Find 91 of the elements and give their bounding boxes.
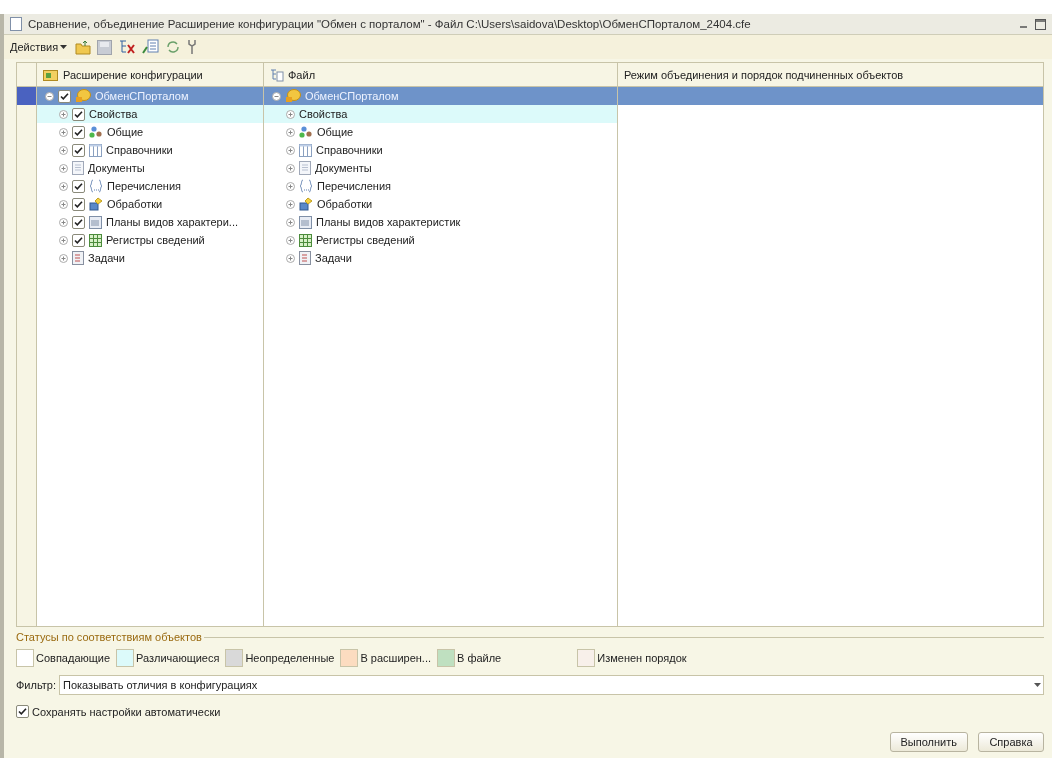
- expand-icon[interactable]: [59, 145, 68, 155]
- checkbox[interactable]: [58, 89, 71, 103]
- table-icon: [299, 233, 312, 247]
- save-icon[interactable]: [97, 39, 113, 55]
- grid-icon: [299, 215, 312, 229]
- tree-item[interactable]: Общие: [264, 123, 618, 141]
- expand-icon[interactable]: [286, 163, 295, 173]
- tree-item[interactable]: Справочники: [264, 141, 618, 159]
- document-icon: [10, 17, 22, 31]
- tree-item[interactable]: Регистры сведений: [264, 231, 618, 249]
- expand-icon[interactable]: [286, 217, 295, 227]
- checkbox[interactable]: [16, 705, 29, 718]
- expand-icon[interactable]: [59, 127, 68, 137]
- circles-icon: [89, 126, 103, 138]
- legend-label: В файле: [457, 652, 502, 664]
- expand-icon[interactable]: [59, 253, 68, 263]
- expand-icon[interactable]: [286, 145, 295, 155]
- group-title: Статусы по соответствиям объектов: [16, 631, 202, 643]
- tree-item[interactable]: Планы видов характеристик: [264, 213, 618, 231]
- column-header[interactable]: Расширение конфигурации: [37, 63, 264, 87]
- refresh-icon[interactable]: [166, 40, 181, 54]
- file-tree-icon: [270, 67, 284, 82]
- folder-icon[interactable]: [75, 39, 92, 55]
- expand-icon[interactable]: [286, 235, 295, 245]
- tree-item[interactable]: Задачи: [37, 249, 264, 267]
- checkbox[interactable]: [72, 197, 85, 211]
- expand-icon[interactable]: [286, 199, 295, 209]
- braces-icon: [89, 179, 103, 193]
- maximize-icon[interactable]: [1035, 18, 1046, 30]
- caret-icon: [60, 45, 68, 49]
- columns-icon: [89, 143, 102, 157]
- document-icon: [72, 161, 84, 175]
- tree-item[interactable]: Обработки: [264, 195, 618, 213]
- expand-icon[interactable]: [286, 109, 295, 119]
- tree-item[interactable]: Свойства: [37, 105, 264, 123]
- tree-item[interactable]: Регистры сведений: [37, 231, 264, 249]
- dialog-button[interactable]: Выполнить: [889, 732, 968, 752]
- legend-label: Совпадающие: [36, 652, 111, 664]
- expand-icon[interactable]: [286, 127, 295, 137]
- tree-item[interactable]: Справочники: [37, 141, 264, 159]
- expand-icon[interactable]: [286, 253, 295, 263]
- checkbox-label: Сохранять настройки автоматически: [32, 705, 221, 718]
- checkbox[interactable]: [72, 125, 85, 139]
- tree-item[interactable]: Свойства: [264, 105, 618, 123]
- checkbox[interactable]: [72, 179, 85, 193]
- window-title: Сравнение, объединение Расширение конфигурации "Обмен с порталом" - Файл C:\Users\saidova\Desktop\ОбменСПорталом_2404.cfe: [28, 18, 752, 30]
- expand-icon[interactable]: [59, 109, 68, 119]
- column-header[interactable]: Режим объединения и порядок подчиненных объектов: [618, 63, 1043, 87]
- tree-item[interactable]: Перечисления: [264, 177, 618, 195]
- extension-icon: [43, 67, 59, 82]
- checkbox[interactable]: [72, 233, 85, 247]
- collapse-icon[interactable]: [272, 91, 281, 101]
- collapse-icon[interactable]: [45, 91, 54, 101]
- checkbox[interactable]: [72, 107, 85, 121]
- expand-icon[interactable]: [59, 235, 68, 245]
- tree-compare-icon[interactable]: [118, 39, 137, 55]
- filter-dropdown[interactable]: Показывать отличия в конфигурациях: [59, 675, 1044, 695]
- list-page-icon: [72, 251, 84, 265]
- checkbox[interactable]: [72, 143, 85, 157]
- tree-item[interactable]: Планы видов характери...: [37, 213, 264, 231]
- tree-item[interactable]: Документы: [37, 159, 264, 177]
- tree-item[interactable]: Документы: [264, 159, 618, 177]
- document-icon: [299, 161, 311, 175]
- grid-icon: [89, 215, 102, 229]
- legend-label: Различающиеся: [136, 652, 220, 664]
- dialog-button[interactable]: Справка: [978, 732, 1044, 752]
- tree-item[interactable]: Задачи: [264, 249, 618, 267]
- circles-icon: [299, 126, 313, 138]
- expand-icon[interactable]: [59, 217, 68, 227]
- filter-label: Фильтр:: [16, 679, 56, 691]
- checkbox[interactable]: [72, 215, 85, 229]
- list-page-icon: [299, 251, 311, 265]
- expand-icon[interactable]: [286, 181, 295, 191]
- report-icon[interactable]: [142, 39, 161, 55]
- columns-icon: [299, 143, 312, 157]
- sphere-icon: [285, 89, 301, 103]
- expand-icon[interactable]: [59, 199, 68, 209]
- tree-item[interactable]: Обработки: [37, 195, 264, 213]
- expand-icon[interactable]: [59, 163, 68, 173]
- tree-item[interactable]: Перечисления: [37, 177, 264, 195]
- table-icon: [89, 233, 102, 247]
- legend-label: В расширен...: [360, 652, 431, 664]
- legend-label: Изменен порядок: [597, 652, 687, 664]
- braces-icon: [299, 179, 313, 193]
- legend-label: Неопределенные: [245, 652, 335, 664]
- dropdown-icon[interactable]: [1034, 683, 1041, 687]
- column-header[interactable]: Файл: [264, 63, 618, 87]
- expand-icon[interactable]: [59, 181, 68, 191]
- sphere-icon: [75, 89, 91, 103]
- actions-menu[interactable]: Действия: [8, 41, 70, 53]
- tree-item[interactable]: Общие: [37, 123, 264, 141]
